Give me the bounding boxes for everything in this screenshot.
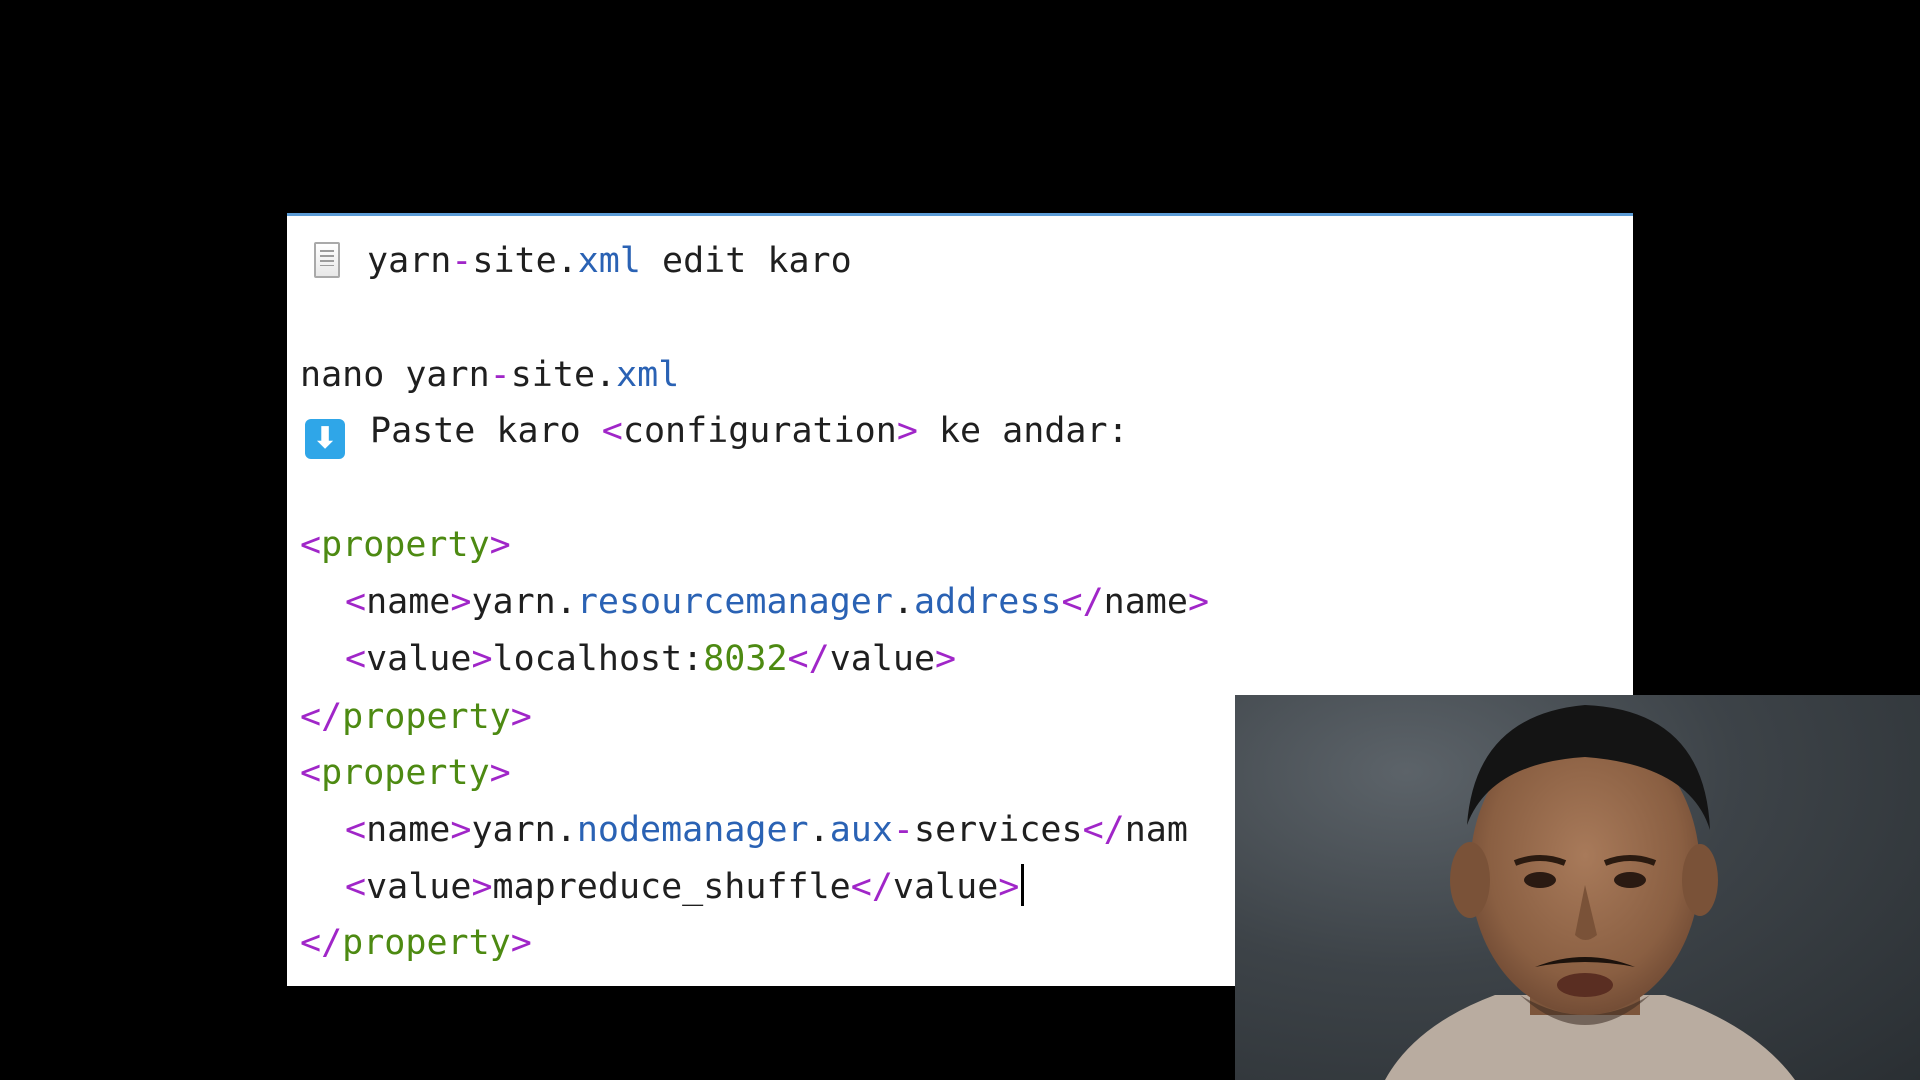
instruction-pre: Paste karo (370, 411, 602, 451)
xml-lt-slash: </ (1082, 810, 1125, 850)
xml-property-tag: property (342, 923, 511, 963)
xml-name-tag: name (366, 810, 451, 850)
xml-gt: > (450, 810, 472, 850)
xml-lt: < (345, 810, 367, 850)
xml-lt-slash: </ (300, 697, 343, 737)
xml-dot: . (555, 582, 577, 622)
xml-property-tag: property (342, 697, 511, 737)
xml-gt: > (935, 639, 957, 679)
heading-file-mid: site. (472, 241, 578, 281)
instruction-tag-close: > (896, 411, 918, 451)
xml-value1-b: 8032 (703, 639, 788, 679)
xml-lt-slash: </ (850, 867, 893, 907)
document-icon (314, 242, 340, 278)
xml-value-tag: value (829, 639, 936, 679)
xml-lt: < (300, 753, 322, 793)
eye-left (1524, 872, 1556, 888)
xml-lt-slash: </ (1061, 582, 1104, 622)
xml-line-name-1: <name>yarn.resourcemanager.address</name… (345, 577, 1209, 627)
xml-line-name-2: <name>yarn.nodemanager.aux-services</nam (345, 805, 1188, 855)
xml-value-tag: value (366, 867, 472, 907)
xml-lt: < (345, 867, 367, 907)
xml-line-property-open-2: <property> (300, 748, 511, 798)
xml-gt: > (489, 525, 511, 565)
command-file-mid: site. (510, 355, 617, 395)
xml-property-tag: property (321, 525, 490, 565)
xml-gt: > (489, 753, 511, 793)
heading-file-dash: - (451, 241, 473, 281)
xml-value2: mapreduce_shuffle (492, 867, 851, 907)
xml-name2-b: nodemanager (576, 810, 809, 850)
xml-lt: < (345, 639, 367, 679)
command-file-base: yarn (405, 355, 490, 395)
ear-left-shape (1450, 842, 1490, 918)
xml-gt: > (510, 697, 532, 737)
xml-gt: > (510, 923, 532, 963)
ear-right-shape (1682, 844, 1718, 916)
xml-dash: - (892, 810, 914, 850)
xml-gt: > (450, 582, 472, 622)
xml-lt: < (300, 525, 322, 565)
xml-lt: < (345, 582, 367, 622)
instruction-tag-name: configuration (622, 411, 897, 451)
xml-gt: > (471, 867, 493, 907)
xml-name2-c: aux (829, 810, 893, 850)
presenter-image (1385, 705, 1795, 1080)
xml-gt: > (471, 639, 493, 679)
down-arrow-icon: ⬇ (305, 419, 345, 459)
heading-file-base: yarn (367, 241, 452, 281)
xml-line-property-open-1: <property> (300, 520, 511, 570)
instruction-post: ke andar: (917, 411, 1129, 451)
presenter-webcam (1235, 695, 1920, 1080)
video-frame: yarn-site.xml edit karo nano yarn-site.x… (0, 0, 1920, 1080)
mouth-shape (1557, 973, 1613, 997)
xml-name-tag: name (1103, 582, 1188, 622)
command-file-ext: xml (616, 355, 680, 395)
xml-dot: . (892, 582, 914, 622)
xml-dot: . (555, 810, 577, 850)
xml-name2-close-partial: nam (1124, 810, 1188, 850)
xml-value-tag: value (892, 867, 999, 907)
xml-line-value-2: <value>mapreduce_shuffle</value> (345, 862, 1025, 912)
xml-line-value-1: <value>localhost:8032</value> (345, 634, 956, 684)
xml-lt-slash: </ (300, 923, 343, 963)
xml-value-tag: value (366, 639, 472, 679)
xml-name2-a: yarn (471, 810, 556, 850)
heading-rest: edit karo (640, 241, 852, 281)
xml-line-property-close-2: </property> (300, 918, 532, 968)
command-name: nano (300, 355, 406, 395)
xml-property-tag: property (321, 753, 490, 793)
xml-line-property-close-1: </property> (300, 692, 532, 742)
instruction-line: ⬇ Paste karo <configuration> ke andar: (300, 406, 1129, 459)
command-line: nano yarn-site.xml (300, 350, 679, 400)
instruction-tag-open: < (601, 411, 623, 451)
xml-lt-slash: </ (787, 639, 830, 679)
xml-gt: > (998, 867, 1020, 907)
xml-name2-d: services (914, 810, 1083, 850)
xml-dot: . (808, 810, 830, 850)
eye-right (1614, 872, 1646, 888)
heading-line: yarn-site.xml edit karo (300, 236, 852, 286)
xml-name1-a: yarn (471, 582, 556, 622)
text-caret (1021, 864, 1025, 906)
xml-name1-c: address (913, 582, 1062, 622)
xml-name-tag: name (366, 582, 451, 622)
xml-gt: > (1187, 582, 1210, 622)
heading-file-ext: xml (577, 241, 641, 281)
command-file-dash: - (489, 355, 511, 395)
xml-value1-a: localhost: (492, 639, 704, 679)
xml-name1-b: resourcemanager (576, 582, 893, 622)
